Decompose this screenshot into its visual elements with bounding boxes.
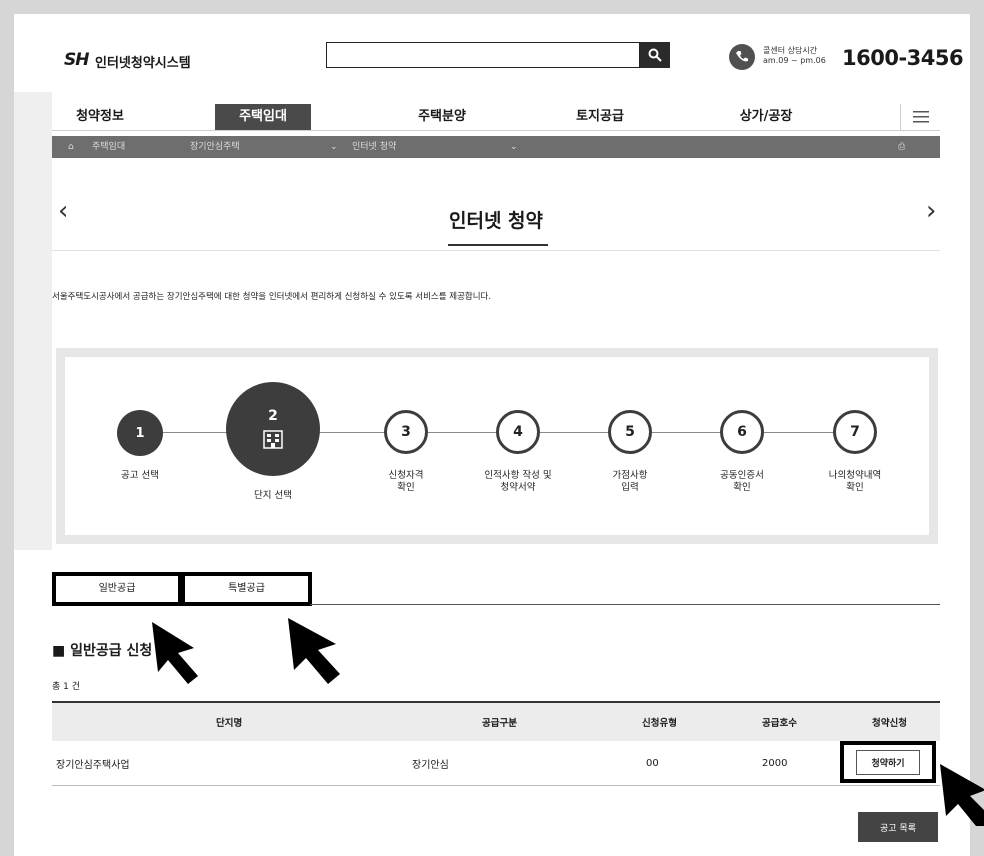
breadcrumb: ⌂ 주택임대 장기안심주택 ⌄ 인터넷 청약 ⌄ ⎙ xyxy=(52,136,940,158)
col-units: 공급호수 xyxy=(762,718,797,729)
row-units: 2000 xyxy=(762,757,788,769)
cursor-arrow-icon xyxy=(288,618,340,684)
apply-button-label: 청약하기 xyxy=(856,749,920,775)
nav-item-land[interactable]: 토지공급 xyxy=(540,104,660,130)
phone-icon xyxy=(729,44,755,70)
main-nav: 청약정보 주택임대 주택분양 토지공급 상가/공장 xyxy=(52,104,940,130)
total-count: 총 1 건 xyxy=(52,682,81,692)
phone-number: 1600-3456 xyxy=(842,46,964,70)
step-4-circle: 4 xyxy=(496,410,540,454)
col-complex-name: 단지명 xyxy=(216,718,243,729)
col-supply-type: 공급구분 xyxy=(482,718,517,729)
step-1-circle: 1 xyxy=(117,410,163,456)
system-name[interactable]: 인터넷청약시스템 xyxy=(95,52,191,71)
announcement-list-button[interactable]: 공고 목록 xyxy=(858,812,938,842)
section-title: ■ 일반공급 신청 xyxy=(52,643,153,659)
step-2-number: 2 xyxy=(268,408,278,424)
cursor-arrow-icon xyxy=(940,764,984,826)
search-button[interactable] xyxy=(640,42,670,68)
step-2-label: 단지 선택 xyxy=(254,490,292,501)
nav-item-commercial[interactable]: 상가/공장 xyxy=(706,104,826,130)
step-5-circle: 5 xyxy=(608,410,652,454)
nav-border xyxy=(52,130,940,131)
side-shade xyxy=(14,92,52,550)
step-6-circle: 6 xyxy=(720,410,764,454)
step-1-label: 공고 선택 xyxy=(121,470,159,481)
page-title: 인터넷 청약 xyxy=(448,210,543,232)
call-center-info: 콜센터 상담시간 am.09 ~ pm.06 xyxy=(763,46,826,66)
nav-item-rental[interactable]: 주택임대 xyxy=(215,104,311,130)
breadcrumb-item-longterm[interactable]: 장기안심주택 xyxy=(190,136,240,158)
window-frame-top xyxy=(0,0,984,14)
step-panel xyxy=(56,348,938,544)
chevron-down-icon[interactable]: ⌄ xyxy=(510,136,518,158)
intro-text: 서울주택도시공사에서 공급하는 장기안심주택에 대한 청약을 인터넷에서 편리하… xyxy=(52,292,492,302)
search-input[interactable] xyxy=(326,42,640,68)
building-icon xyxy=(263,430,283,449)
print-icon[interactable]: ⎙ xyxy=(898,136,905,158)
step-6-label: 공동인증서 확인 xyxy=(720,470,764,493)
step-3-circle: 3 xyxy=(384,410,428,454)
cursor-arrow-icon xyxy=(152,622,198,684)
row-complex-name: 장기안심주택사업 xyxy=(56,759,130,771)
home-icon[interactable]: ⌂ xyxy=(68,136,74,158)
step-7-circle: 7 xyxy=(833,410,877,454)
row-supply-type: 장기안심 xyxy=(412,759,449,771)
step-3-label: 신청자격 확인 xyxy=(388,470,424,493)
hamburger-icon xyxy=(913,111,929,123)
tab-special-supply[interactable]: 특별공급 xyxy=(181,572,312,606)
breadcrumb-item-internet[interactable]: 인터넷 청약 xyxy=(352,136,396,158)
section-title-text: 일반공급 신청 xyxy=(70,643,153,659)
call-center-hours: am.09 ~ pm.06 xyxy=(763,56,826,65)
window-frame-left xyxy=(0,0,14,856)
nav-item-sale[interactable]: 주택분양 xyxy=(382,104,502,130)
col-apply-type: 신청유형 xyxy=(642,718,677,729)
tab-general-supply[interactable]: 일반공급 xyxy=(52,572,182,606)
step-5-label: 가점사항 입력 xyxy=(612,470,648,493)
col-apply: 청약신청 xyxy=(872,718,907,729)
breadcrumb-item-rental[interactable]: 주택임대 xyxy=(92,136,125,158)
window-frame-right xyxy=(970,0,984,856)
search-icon xyxy=(648,48,662,62)
step-7-label: 나의청약내역 확인 xyxy=(828,470,882,493)
table-row: 장기안심주택사업 장기안심 00 2000 xyxy=(52,741,940,786)
apply-button[interactable]: 청약하기 xyxy=(840,741,936,783)
chevron-down-icon[interactable]: ⌄ xyxy=(330,136,338,158)
step-4-label: 인적사항 작성 및 청약서약 xyxy=(484,470,552,493)
row-apply-type: 00 xyxy=(646,757,659,769)
title-underline xyxy=(448,244,548,246)
call-center-label: 콜센터 상담시간 xyxy=(763,46,818,55)
step-2-circle: 2 xyxy=(226,382,320,476)
table-header: 단지명 공급구분 신청유형 공급호수 청약신청 xyxy=(52,703,940,741)
tab-underline xyxy=(310,604,940,605)
logo[interactable]: SH xyxy=(64,50,90,70)
menu-button[interactable] xyxy=(900,104,941,130)
nav-item-info[interactable]: 청약정보 xyxy=(52,104,148,130)
title-divider xyxy=(52,250,940,251)
